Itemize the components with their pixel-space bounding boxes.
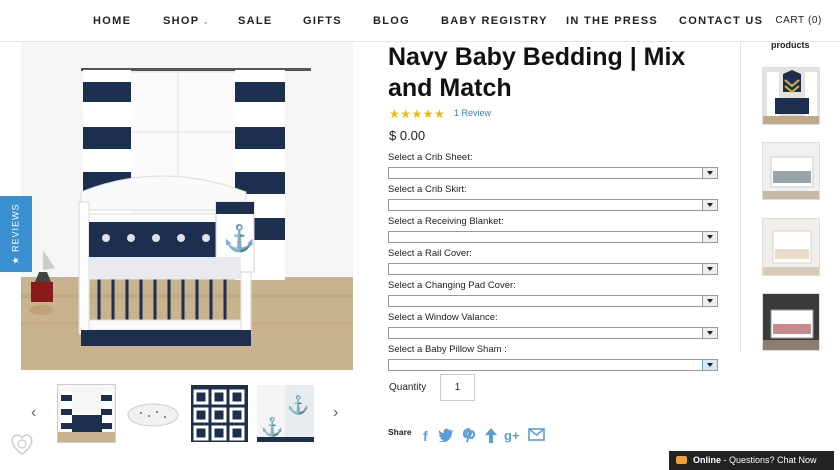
main-product-image[interactable]: ⚓ xyxy=(21,42,353,370)
chat-status: Online xyxy=(693,455,722,465)
share-label: Share xyxy=(388,427,412,437)
product-price: $ 0.00 xyxy=(389,128,426,143)
dropdown-arrow-icon xyxy=(702,232,717,242)
thumb-image-1 xyxy=(58,385,115,442)
reviews-side-tab[interactable]: ★ REVIEWS xyxy=(0,196,32,272)
nav-contact-us[interactable]: CONTACT US xyxy=(679,15,763,27)
related-products-title: products xyxy=(771,40,810,50)
dropdown-arrow-icon xyxy=(702,168,717,178)
select-baby-pillow-sham[interactable] xyxy=(388,359,718,371)
thumbnail-3[interactable] xyxy=(191,385,248,442)
option-label-receiving-blanket: Select a Receiving Blanket: xyxy=(388,216,504,227)
option-label-window-valance: Select a Window Valance: xyxy=(388,312,498,323)
nav-baby-registry[interactable]: BABY REGISTRY xyxy=(441,15,548,27)
quantity-label: Quantity xyxy=(389,382,427,393)
reviews-tab-label: ★ REVIEWS xyxy=(10,203,21,265)
select-window-valance[interactable] xyxy=(388,327,718,339)
option-label-crib-skirt: Select a Crib Skirt: xyxy=(388,184,467,195)
select-rail-cover[interactable] xyxy=(388,263,718,275)
twitter-icon[interactable] xyxy=(438,428,454,445)
dropdown-arrow-icon xyxy=(702,360,717,370)
thumb-image-2 xyxy=(125,385,182,442)
chevron-down-icon: ⌄ xyxy=(202,17,211,26)
nav-shop[interactable]: SHOP ⌄ xyxy=(163,15,210,27)
related-product-4[interactable] xyxy=(762,293,820,351)
dropdown-arrow-icon xyxy=(702,264,717,274)
google-plus-icon[interactable]: g+ xyxy=(504,428,520,443)
svg-text:⚓: ⚓ xyxy=(261,416,283,437)
option-label-changing-pad-cover: Select a Changing Pad Cover: xyxy=(388,280,516,291)
site-logo-mark xyxy=(11,434,33,455)
nav-in-the-press[interactable]: IN THE PRESS xyxy=(566,15,658,27)
product-title: Navy Baby Bedding | Mix and Match xyxy=(388,43,686,102)
nursery-photo: ⚓ xyxy=(21,42,353,370)
review-count-link[interactable]: 1 Review xyxy=(454,108,491,118)
email-icon[interactable] xyxy=(528,428,545,444)
thumbnail-2[interactable] xyxy=(125,385,182,442)
chat-text: - Questions? Chat Now xyxy=(721,455,817,465)
option-label-rail-cover: Select a Rail Cover: xyxy=(388,248,472,259)
related-product-1[interactable] xyxy=(762,67,820,125)
select-crib-sheet[interactable] xyxy=(388,167,718,179)
thumbnail-4[interactable]: ⚓ ⚓ xyxy=(257,385,314,442)
nav-blog[interactable]: BLOG xyxy=(373,15,410,27)
dropdown-arrow-icon xyxy=(702,200,717,210)
select-changing-pad-cover[interactable] xyxy=(388,295,718,307)
cart-link[interactable]: CART (0) xyxy=(775,15,822,26)
facebook-icon[interactable]: f xyxy=(423,428,428,444)
svg-text:⚓: ⚓ xyxy=(223,223,255,253)
live-chat-bar[interactable]: Online - Questions? Chat Now xyxy=(669,451,834,470)
related-image-4 xyxy=(763,294,819,350)
dropdown-arrow-icon xyxy=(702,328,717,338)
related-product-2[interactable] xyxy=(762,142,820,200)
related-image-3 xyxy=(763,219,819,275)
nav-shop-label: SHOP xyxy=(163,15,200,27)
nav-gifts[interactable]: GIFTS xyxy=(303,15,342,27)
thumb-next-arrow[interactable]: › xyxy=(333,404,338,422)
thumb-image-4: ⚓ ⚓ xyxy=(257,385,314,442)
nav-sale[interactable]: SALE xyxy=(238,15,273,27)
thumbnail-1[interactable] xyxy=(57,384,116,443)
thumb-prev-arrow[interactable]: ‹ xyxy=(31,404,36,422)
select-crib-skirt[interactable] xyxy=(388,199,718,211)
rating-stars: ★★★★★ xyxy=(389,107,446,121)
chat-bubble-icon xyxy=(676,456,687,464)
thumb-image-3 xyxy=(191,385,248,442)
option-label-baby-pillow-sham: Select a Baby Pillow Sham : xyxy=(388,344,507,355)
pinterest-icon[interactable] xyxy=(462,428,477,446)
svg-text:⚓: ⚓ xyxy=(287,394,309,415)
related-product-3[interactable] xyxy=(762,218,820,276)
dropdown-arrow-icon xyxy=(702,296,717,306)
related-image-1 xyxy=(763,68,819,124)
fancy-icon[interactable] xyxy=(485,428,497,446)
select-receiving-blanket[interactable] xyxy=(388,231,718,243)
related-image-2 xyxy=(763,143,819,199)
column-divider xyxy=(740,42,741,352)
nav-home[interactable]: HOME xyxy=(93,15,131,27)
quantity-input[interactable]: 1 xyxy=(440,374,475,401)
top-navigation: HOME SHOP ⌄ SALE GIFTS BLOG BABY REGISTRY… xyxy=(0,0,840,42)
option-label-crib-sheet: Select a Crib Sheet: xyxy=(388,152,473,163)
